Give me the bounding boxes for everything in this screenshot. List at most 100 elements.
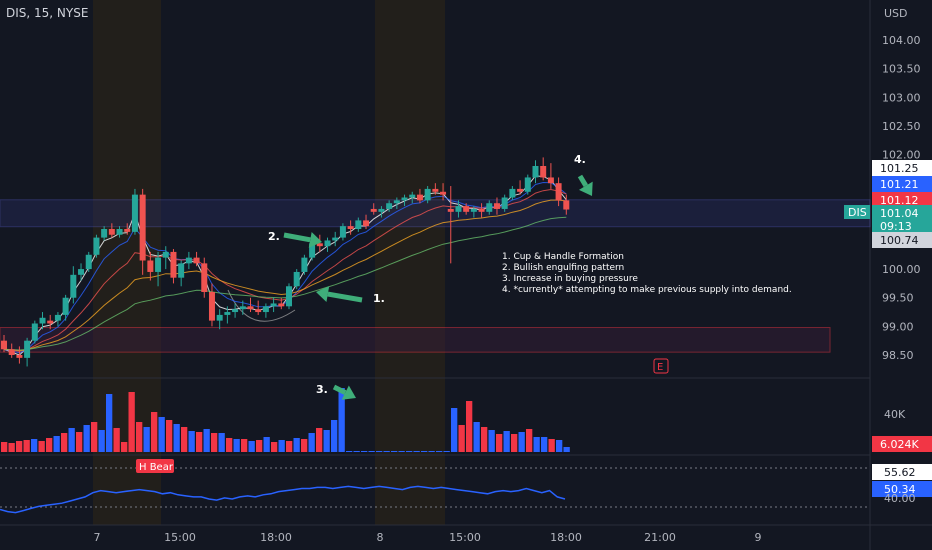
candle-body [262, 306, 269, 313]
candle-body [16, 355, 23, 358]
price-tick-label: 102.00 [882, 149, 921, 162]
volume-bar [241, 439, 248, 452]
volume-bar [331, 420, 338, 452]
candle-body [432, 188, 439, 192]
candle-body [293, 271, 300, 287]
price-tick-label: 98.50 [882, 349, 914, 362]
candle-body [547, 177, 554, 184]
candle-body [339, 226, 346, 238]
candle-body [470, 208, 477, 212]
price-tick-label: 102.50 [882, 120, 921, 133]
price-tick-label: 103.50 [882, 63, 921, 76]
volume-bar [8, 443, 15, 452]
volume-bar [181, 427, 188, 452]
volume-bar [91, 422, 98, 452]
arrow-4 [577, 174, 588, 187]
rsi-upper-tag: 55.62 [884, 466, 916, 479]
candle-body [216, 314, 223, 321]
volume-bar [38, 441, 45, 452]
volume-bar [31, 439, 38, 452]
volume-bar [113, 428, 120, 452]
candle-body [355, 220, 362, 229]
candle-body [324, 240, 331, 247]
candle-body [70, 274, 77, 298]
candle-body [201, 263, 208, 292]
candle-body [139, 194, 146, 261]
volume-bar [53, 436, 60, 452]
volume-bar [541, 437, 548, 452]
event-badge[interactable]: E [657, 362, 663, 373]
volume-tag: 6.024K [880, 438, 919, 451]
volume-bar [68, 428, 75, 452]
countdown-tag: 09:13 [880, 220, 912, 233]
candle-body [540, 166, 547, 178]
symbol-title[interactable]: DIS, 15, NYSE [6, 6, 88, 20]
volume-bar [293, 438, 300, 452]
candle-body [131, 194, 138, 232]
candle-body [493, 203, 500, 209]
candle-body [524, 177, 531, 192]
volume-bar [436, 451, 443, 452]
volume-bar [391, 451, 398, 452]
volume-bar [248, 441, 255, 452]
arrow-1 [327, 291, 363, 303]
candle-body [424, 188, 431, 201]
candle-body [286, 286, 292, 307]
candle-body [478, 208, 485, 212]
volume-bar [496, 434, 503, 452]
rsi-line [0, 485, 566, 514]
candle-body [555, 183, 562, 201]
volume-bar [488, 430, 495, 452]
candle-body [93, 237, 100, 255]
candle-body [147, 260, 154, 272]
volume-bar [211, 433, 218, 452]
candle-body [208, 292, 215, 321]
volume-bar [218, 433, 225, 452]
volume-bar [518, 432, 525, 452]
volume-bar [316, 428, 323, 452]
volume-bar [533, 437, 540, 452]
arrow-2 [283, 232, 311, 243]
candle-body [155, 257, 162, 272]
candle-body [232, 309, 239, 313]
volume-bar [256, 440, 263, 452]
time-axis[interactable]: 7 15:00 18:00 8 15:00 18:00 21:00 9 [94, 531, 762, 544]
time-tick-label: 18:00 [550, 531, 582, 544]
volume-bar [196, 432, 203, 452]
volume-bar [166, 420, 173, 452]
tag-101-25: 101.25 [880, 162, 919, 175]
volume-bar [16, 441, 23, 452]
volume-bar [278, 440, 285, 452]
candle-body [255, 309, 262, 313]
candle-body [386, 203, 393, 209]
time-tick-label: 15:00 [449, 531, 481, 544]
candle-body [501, 197, 508, 209]
volume-bar [128, 392, 135, 452]
volume-bar [458, 425, 465, 452]
volume-bar [443, 451, 450, 452]
candle-body [463, 206, 470, 212]
candle-body [124, 229, 131, 232]
candle-body [108, 229, 115, 235]
candle-body [185, 257, 192, 264]
candle-body [401, 197, 408, 201]
volume-bar [556, 440, 563, 452]
candle-body [85, 254, 92, 270]
volume-bar [376, 451, 383, 452]
volume-bar [106, 394, 113, 452]
candle-body [517, 188, 524, 192]
currency-label: USD [884, 7, 908, 20]
time-tick-label: 15:00 [164, 531, 196, 544]
volume-bar [308, 433, 315, 452]
chart-canvas[interactable]: USD 104.00103.50103.00102.50102.00101.50… [0, 0, 932, 550]
volume-bar [548, 439, 555, 452]
session-shade-2 [375, 0, 445, 525]
rsi-low-label: 40.00 [884, 492, 916, 505]
supply-zone [0, 199, 871, 228]
volume-bar [233, 439, 240, 452]
marker-1: 1. [373, 292, 385, 305]
candle-body [416, 194, 423, 201]
time-tick-label: 7 [94, 531, 101, 544]
volume-bar [368, 451, 375, 452]
h-bear-badge: H Bear [139, 462, 174, 473]
